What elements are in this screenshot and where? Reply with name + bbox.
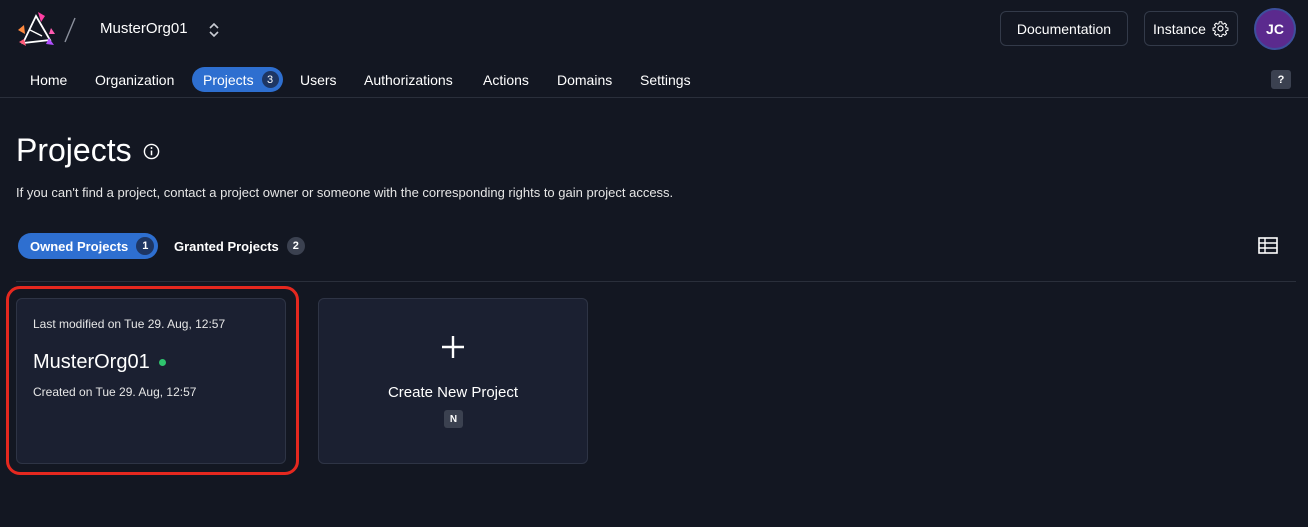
page-title: Projects — [16, 132, 132, 168]
instance-label: Instance — [1153, 20, 1206, 37]
zitadel-logo-icon[interactable] — [16, 10, 56, 50]
main-nav: Home Organization Projects 3 Users Autho… — [0, 60, 1308, 98]
nav-item-projects[interactable]: Projects 3 — [192, 67, 283, 92]
section-divider — [16, 281, 1296, 282]
tab-granted-label: Granted Projects — [174, 238, 279, 254]
granted-count-badge: 2 — [286, 237, 305, 255]
table-view-icon[interactable] — [1258, 237, 1278, 254]
tab-granted-projects[interactable]: Granted Projects 2 — [174, 233, 305, 259]
org-name[interactable]: MusterOrg01 — [100, 20, 188, 37]
nav-item-domains[interactable]: Domains — [557, 67, 612, 92]
top-bar: MusterOrg01 Documentation Instance JC — [0, 0, 1308, 60]
instance-button[interactable]: Instance — [1144, 11, 1238, 46]
documentation-button[interactable]: Documentation — [1000, 11, 1128, 46]
nav-item-authorizations[interactable]: Authorizations — [364, 67, 453, 92]
info-icon[interactable] — [143, 143, 160, 160]
project-created: Created on Tue 29. Aug, 12:57 — [33, 385, 197, 399]
documentation-label: Documentation — [1016, 20, 1112, 37]
project-last-modified: Last modified on Tue 29. Aug, 12:57 — [33, 317, 226, 331]
nav-item-settings[interactable]: Settings — [640, 67, 691, 92]
org-switch-chevron-icon[interactable] — [207, 20, 221, 40]
breadcrumb-separator-icon — [64, 17, 76, 43]
projects-count-badge: 3 — [261, 71, 279, 88]
nav-item-home[interactable]: Home — [30, 67, 67, 92]
help-button[interactable]: ? — [1271, 70, 1291, 89]
create-project-card[interactable]: Create New Project N — [318, 298, 588, 464]
project-card[interactable]: Last modified on Tue 29. Aug, 12:57 Must… — [16, 298, 286, 464]
create-project-label: Create New Project — [387, 384, 519, 401]
project-name: MusterOrg01 — [33, 351, 150, 373]
page-description: If you can't find a project, contact a p… — [16, 185, 674, 200]
plus-icon — [442, 336, 464, 358]
nav-item-actions[interactable]: Actions — [483, 67, 529, 92]
tab-owned-projects[interactable]: Owned Projects 1 — [18, 233, 159, 259]
nav-item-organization[interactable]: Organization — [95, 67, 174, 92]
tab-owned-label: Owned Projects — [30, 238, 129, 254]
nav-item-projects-label: Projects — [203, 71, 254, 88]
project-status-dot — [158, 359, 166, 366]
project-name-row: MusterOrg01 — [33, 351, 166, 374]
nav-item-users[interactable]: Users — [300, 67, 337, 92]
user-avatar[interactable]: JC — [1254, 8, 1296, 50]
gear-icon — [1212, 21, 1229, 37]
owned-count-badge: 1 — [136, 237, 155, 255]
shortcut-key-badge: N — [444, 410, 463, 428]
